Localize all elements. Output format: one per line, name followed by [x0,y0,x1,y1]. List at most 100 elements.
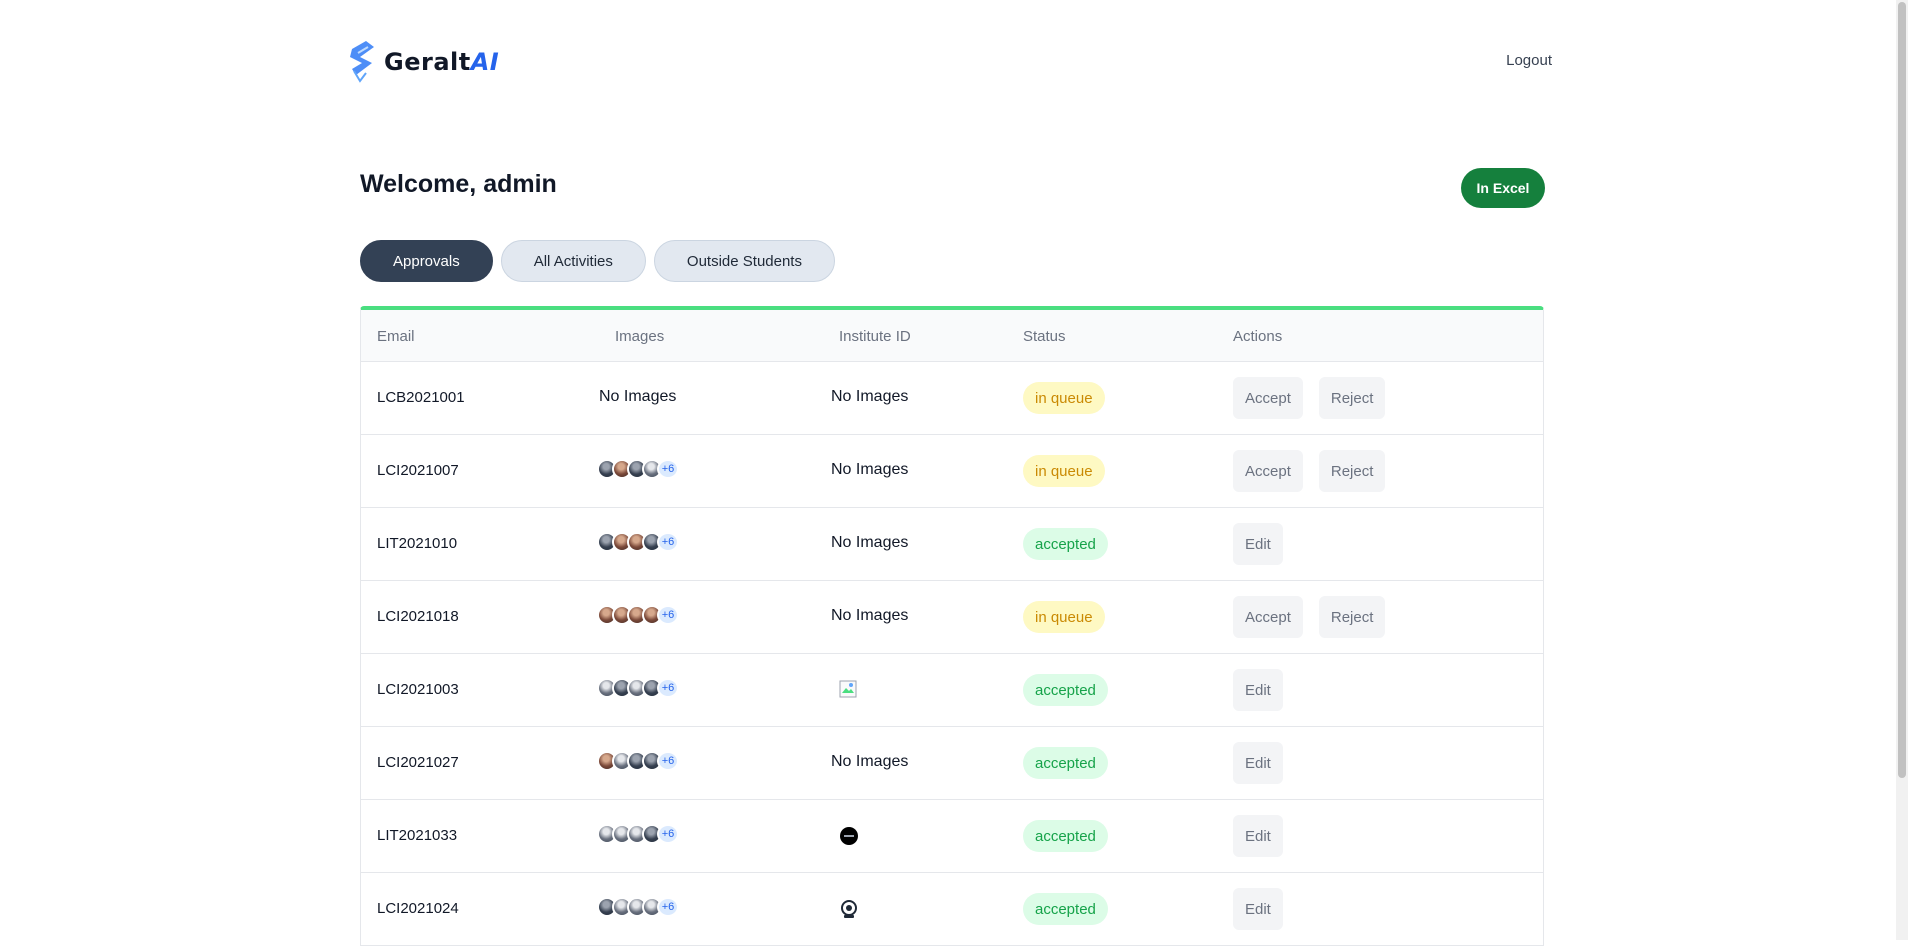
image-avatar-group[interactable]: +6 [597,824,679,844]
row-institute-id: No Images [831,388,908,406]
table-body: LCB2021001 No Images No Images in queue Acce… [361,362,1543,945]
row-email: LIT2021033 [377,827,458,844]
row-status: accepted [1023,820,1108,852]
row-actions: Edit [1233,742,1283,784]
status-badge: in queue [1023,601,1105,633]
tab-all-activities[interactable]: All Activities [500,240,646,282]
row-status: in queue [1023,382,1105,414]
row-images: +6 [597,459,679,479]
image-avatar-group[interactable]: +6 [597,897,679,917]
more-images-count[interactable]: +6 [657,897,679,917]
status-badge: accepted [1023,893,1108,925]
row-actions: Edit [1233,815,1283,857]
table-row: LIT2021010 +6 No Images accepted Edit [361,508,1543,581]
row-email: LIT2021010 [377,535,458,552]
no-images-text: No Images [599,388,677,405]
image-avatar-group[interactable]: +6 [597,532,679,552]
edit-button[interactable]: Edit [1233,669,1283,711]
accept-button[interactable]: Accept [1233,450,1303,492]
row-images: No Images [599,388,676,406]
logo-mark-icon [346,39,378,85]
column-header-institute-id: Institute ID [839,328,911,345]
tab-outside-students[interactable]: Outside Students [653,240,835,282]
brand-logo[interactable]: GeraltAI [346,38,499,86]
scrollbar[interactable] [1896,0,1908,940]
row-institute-id: No Images [831,607,908,625]
status-badge: in queue [1023,382,1105,414]
status-badge: accepted [1023,528,1108,560]
row-status: accepted [1023,747,1108,779]
row-institute-id: No Images [831,534,908,552]
image-avatar-group[interactable]: +6 [597,678,679,698]
tab-bar: Approvals All Activities Outside Student… [360,240,835,282]
no-images-text: No Images [831,461,909,478]
accept-button[interactable]: Accept [1233,377,1303,419]
row-email: LCI2021018 [377,608,459,625]
camera-thumbnail-icon[interactable] [839,899,859,919]
export-excel-button[interactable]: In Excel [1461,168,1545,208]
edit-button[interactable]: Edit [1233,888,1283,930]
no-images-text: No Images [831,388,909,405]
broken-image-icon[interactable] [839,680,859,700]
column-header-status: Status [1023,328,1066,345]
page-title: Welcome, admin [360,170,557,198]
table-row: LCI2021027 +6 No Images accepted Edit [361,727,1543,800]
row-email: LCI2021027 [377,754,459,771]
no-images-text: No Images [831,753,909,770]
status-badge: accepted [1023,820,1108,852]
more-images-count[interactable]: +6 [657,532,679,552]
row-actions: Accept Reject [1233,596,1386,638]
column-header-images: Images [615,328,665,345]
edit-button[interactable]: Edit [1233,815,1283,857]
image-avatar-group[interactable]: +6 [597,459,679,479]
tab-approvals[interactable]: Approvals [360,240,493,282]
table-row: LCI2021007 +6 No Images in queue Accept Rejec… [361,435,1543,508]
table-row: LCB2021001 No Images No Images in queue Acce… [361,362,1543,435]
row-images: +6 [597,605,679,625]
edit-button[interactable]: Edit [1233,523,1283,565]
row-status: in queue [1023,601,1105,633]
scrollbar-thumb[interactable] [1898,2,1906,778]
row-images: +6 [597,751,679,771]
status-badge: in queue [1023,455,1105,487]
row-actions: Accept Reject [1233,377,1386,419]
reject-button[interactable]: Reject [1318,596,1386,638]
row-institute-id [831,680,859,700]
edit-button[interactable]: Edit [1233,742,1283,784]
no-images-text: No Images [831,607,909,624]
row-actions: Accept Reject [1233,450,1386,492]
logout-link[interactable]: Logout [1506,52,1552,69]
no-images-text: No Images [831,534,909,551]
image-avatar-group[interactable]: +6 [597,751,679,771]
reject-button[interactable]: Reject [1318,450,1386,492]
column-header-actions: Actions [1233,328,1283,345]
row-images: +6 [597,897,679,917]
accept-button[interactable]: Accept [1233,596,1303,638]
reject-button[interactable]: Reject [1318,377,1386,419]
more-images-count[interactable]: +6 [657,605,679,625]
table-row: LCI2021018 +6 No Images in queue Accept Rejec… [361,581,1543,654]
header: GeraltAI Logout [346,38,1552,88]
more-images-count[interactable]: +6 [657,824,679,844]
approvals-table: Email Images Institute ID Status Actions… [360,306,1544,946]
table-row: LCI2021003 +6 accepted Edit [361,654,1543,727]
row-institute-id [831,899,859,919]
table-row: LIT2021033 +6 accepted Edit [361,800,1543,873]
more-images-count[interactable]: +6 [657,751,679,771]
table-header: Email Images Institute ID Status Actions [361,310,1543,362]
more-images-count[interactable]: +6 [657,459,679,479]
row-actions: Edit [1233,888,1283,930]
row-status: accepted [1023,528,1108,560]
status-badge: accepted [1023,674,1108,706]
status-badge: accepted [1023,747,1108,779]
row-actions: Edit [1233,523,1283,565]
row-email: LCI2021003 [377,681,459,698]
row-status: accepted [1023,674,1108,706]
row-email: LCB2021001 [377,389,465,406]
row-actions: Edit [1233,669,1283,711]
more-images-count[interactable]: +6 [657,678,679,698]
row-email: LCI2021007 [377,462,459,479]
dark-circle-thumbnail-icon[interactable] [839,826,859,846]
row-email: LCI2021024 [377,900,459,917]
image-avatar-group[interactable]: +6 [597,605,679,625]
